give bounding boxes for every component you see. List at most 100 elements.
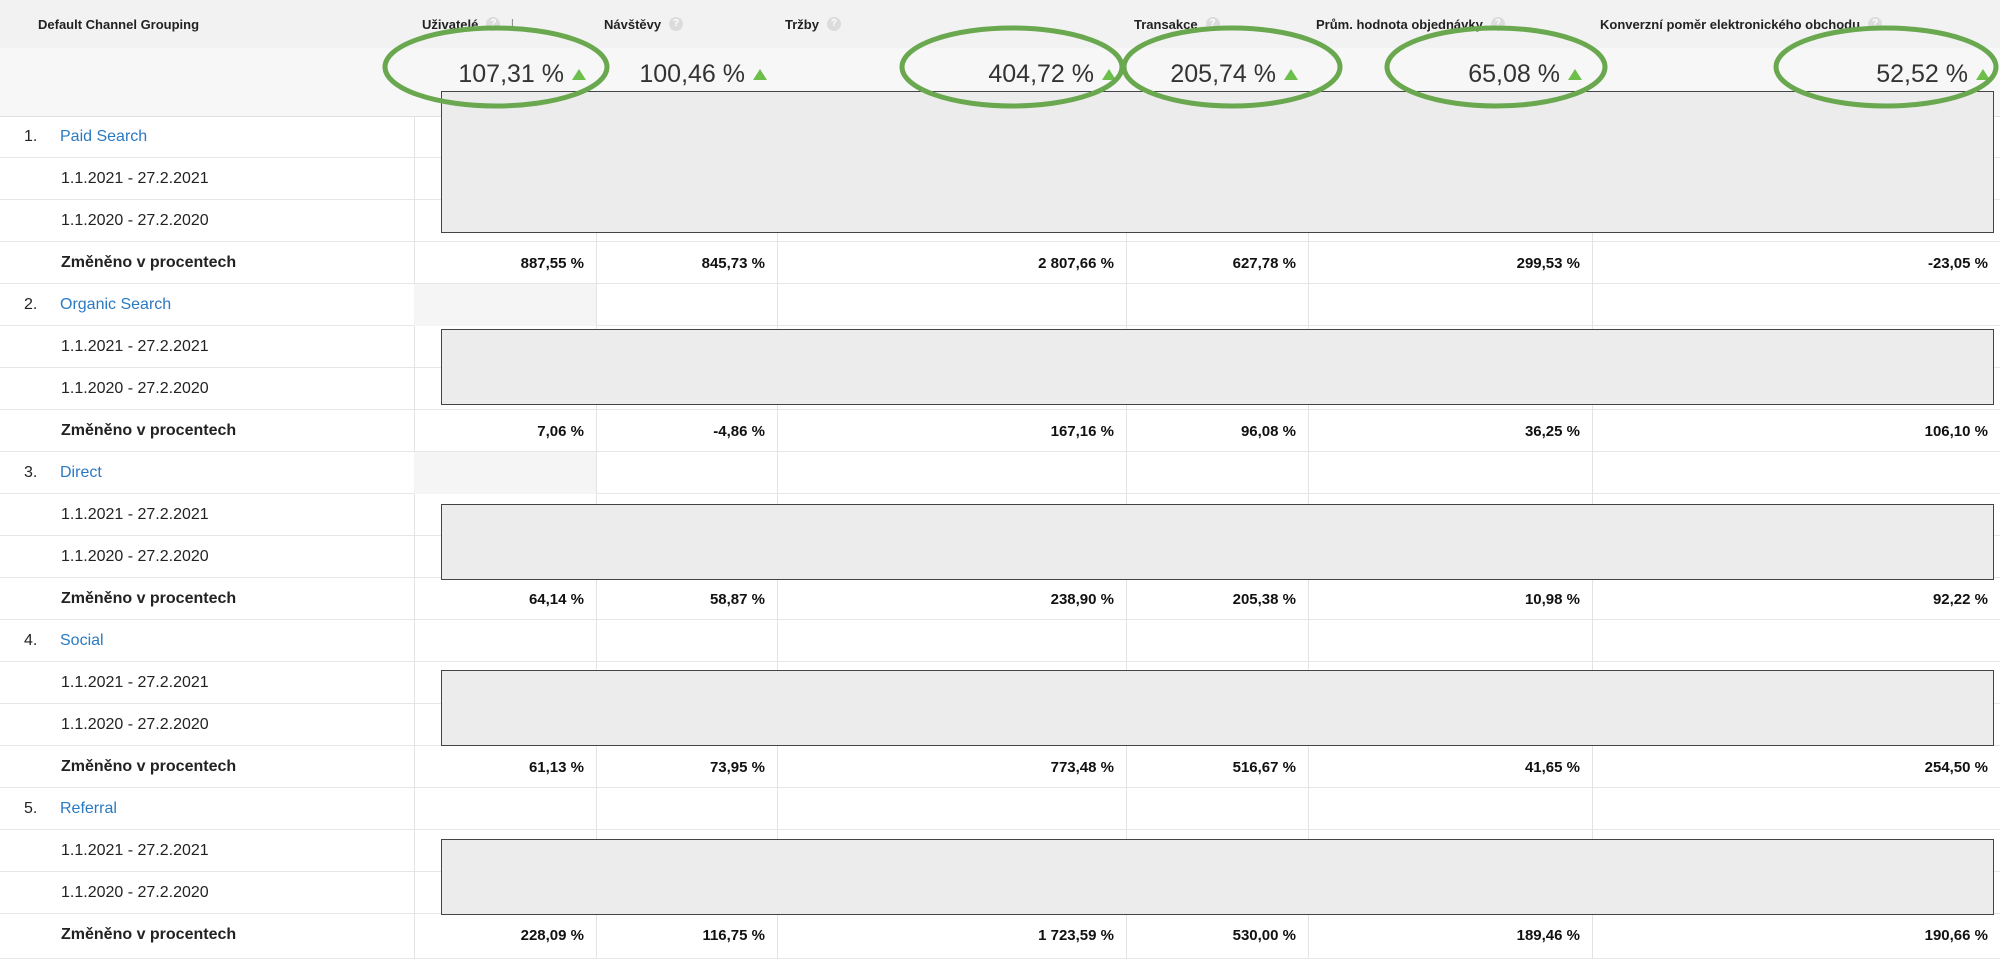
- change-value: 189,46 %: [1516, 926, 1580, 944]
- change-value: -23,05 %: [1927, 254, 1988, 272]
- table-row-change: Změněno v procentech 64,14 % 58,87 % 238…: [0, 578, 2000, 620]
- change-value: 299,53 %: [1516, 254, 1580, 272]
- column-header-label: Prům. hodnota objednávky: [1316, 16, 1483, 32]
- column-header-transactions[interactable]: Transakce?: [1126, 0, 1308, 48]
- change-value: 205,38 %: [1232, 590, 1296, 608]
- change-value: 1 723,59 %: [1038, 926, 1114, 944]
- sort-down-arrow-icon: ↓: [508, 15, 517, 32]
- change-value: 627,78 %: [1232, 254, 1296, 272]
- dimension-header-label: Default Channel Grouping: [38, 16, 200, 32]
- change-value: 36,25 %: [1524, 422, 1580, 440]
- table-row-channel: 2. Organic Search: [0, 284, 2000, 326]
- change-label: Změněno v procentech: [61, 590, 237, 607]
- change-value: 41,65 %: [1524, 758, 1580, 776]
- date-range-label: 1.1.2020 - 27.2.2020: [61, 884, 209, 901]
- trend-up-arrow-icon: [753, 68, 767, 80]
- change-value: 254,50 %: [1924, 758, 1988, 776]
- date-range-label: 1.1.2020 - 27.2.2020: [61, 548, 209, 565]
- table-row-change: Změněno v procentech 228,09 % 116,75 % 1…: [0, 914, 2000, 959]
- date-range-label: 1.1.2021 - 27.2.2021: [61, 506, 209, 523]
- column-header-label: Uživatelé: [422, 16, 479, 32]
- change-value: 516,67 %: [1232, 758, 1296, 776]
- channel-link-paid-search[interactable]: Paid Search: [60, 128, 147, 146]
- row-number: 5.: [24, 800, 38, 817]
- change-value: 2 807,66 %: [1038, 254, 1114, 272]
- table-row-change: Změněno v procentech 7,06 % -4,86 % 167,…: [0, 410, 2000, 452]
- change-value: 61,13 %: [528, 758, 584, 776]
- column-header-conversion-rate[interactable]: Konverzní poměr elektronického obchodu?: [1592, 0, 2000, 48]
- cell-shade: [414, 452, 596, 494]
- change-label: Změněno v procentech: [61, 758, 237, 775]
- trend-up-arrow-icon: [1102, 68, 1116, 80]
- column-header-label: Návštěvy: [604, 16, 662, 32]
- column-header-label: Tržby: [785, 16, 819, 32]
- redacted-block: [441, 91, 1994, 233]
- change-value: 96,08 %: [1240, 422, 1296, 440]
- question-circle-icon[interactable]: ?: [486, 17, 501, 31]
- change-value: 116,75 %: [702, 926, 765, 944]
- table-row-channel: 4. Social: [0, 620, 2000, 662]
- date-range-label: 1.1.2021 - 27.2.2021: [61, 338, 209, 355]
- change-value: 106,10 %: [1924, 422, 1988, 440]
- trend-up-arrow-icon: [572, 68, 586, 80]
- column-header-users[interactable]: Uživatelé? ↓: [414, 0, 596, 48]
- dimension-header[interactable]: Default Channel Grouping: [0, 0, 414, 48]
- column-header-label: Konverzní poměr elektronického obchodu: [1600, 16, 1861, 32]
- channel-link-direct[interactable]: Direct: [60, 464, 102, 482]
- question-circle-icon[interactable]: ?: [1205, 17, 1220, 31]
- table-row-change: Změněno v procentech 61,13 % 73,95 % 773…: [0, 746, 2000, 788]
- column-header-sessions[interactable]: Návštěvy?: [596, 0, 777, 48]
- date-range-label: 1.1.2021 - 27.2.2021: [61, 674, 209, 691]
- column-header-revenue[interactable]: Tržby?: [777, 0, 1126, 48]
- change-label: Změněno v procentech: [61, 422, 237, 439]
- change-value: 58,87 %: [709, 590, 765, 608]
- change-value: 773,48 %: [1050, 758, 1114, 776]
- change-value: 92,22 %: [1932, 590, 1988, 608]
- trend-up-arrow-icon: [1976, 68, 1990, 80]
- row-number: 3.: [24, 464, 38, 481]
- change-value: 64,14 %: [528, 590, 584, 608]
- table-header: Default Channel Grouping Uživatelé? ↓ Náv…: [0, 0, 2000, 49]
- change-value: -4,86 %: [713, 422, 765, 440]
- row-number: 4.: [24, 632, 38, 649]
- change-value: 228,09 %: [520, 926, 584, 944]
- cell-shade: [414, 284, 596, 326]
- question-circle-icon[interactable]: ?: [1868, 17, 1883, 31]
- table-row-channel: 3. Direct: [0, 452, 2000, 494]
- change-value: 7,06 %: [537, 422, 584, 440]
- date-range-label: 1.1.2020 - 27.2.2020: [61, 380, 209, 397]
- row-number: 2.: [24, 296, 38, 313]
- redacted-block: [441, 504, 1994, 580]
- trend-up-arrow-icon: [1568, 68, 1582, 80]
- column-header-label: Transakce: [1134, 16, 1198, 32]
- change-label: Změněno v procentech: [61, 926, 237, 943]
- date-range-label: 1.1.2021 - 27.2.2021: [61, 170, 209, 187]
- table-row-change: Změněno v procentech 887,55 % 845,73 % 2…: [0, 242, 2000, 284]
- change-value: 73,95 %: [709, 758, 765, 776]
- change-label: Změněno v procentech: [61, 254, 237, 271]
- change-value: 167,16 %: [1050, 422, 1114, 440]
- report-table: Default Channel Grouping Uživatelé? ↓ Náv…: [0, 0, 2000, 959]
- change-value: 530,00 %: [1232, 926, 1296, 944]
- channel-link-organic-search[interactable]: Organic Search: [60, 296, 171, 314]
- change-value: 887,55 %: [520, 254, 584, 272]
- change-value: 238,90 %: [1050, 590, 1114, 608]
- date-range-label: 1.1.2020 - 27.2.2020: [61, 212, 209, 229]
- redacted-block: [441, 670, 1994, 746]
- trend-up-arrow-icon: [1284, 68, 1298, 80]
- column-header-avg-order-value[interactable]: Prům. hodnota objednávky?: [1308, 0, 1592, 48]
- question-circle-icon[interactable]: ?: [826, 17, 841, 31]
- change-value: 190,66 %: [1924, 926, 1988, 944]
- redacted-block: [441, 839, 1994, 915]
- question-circle-icon[interactable]: ?: [669, 17, 684, 31]
- question-circle-icon[interactable]: ?: [1490, 17, 1505, 31]
- change-value: 845,73 %: [701, 254, 765, 272]
- table-row-channel: 5. Referral: [0, 788, 2000, 830]
- date-range-label: 1.1.2021 - 27.2.2021: [61, 842, 209, 859]
- redacted-block: [441, 329, 1994, 405]
- change-value: 10,98 %: [1524, 590, 1580, 608]
- channel-link-referral[interactable]: Referral: [60, 800, 117, 818]
- channel-link-social[interactable]: Social: [60, 632, 104, 650]
- date-range-label: 1.1.2020 - 27.2.2020: [61, 716, 209, 733]
- row-number: 1.: [24, 128, 38, 145]
